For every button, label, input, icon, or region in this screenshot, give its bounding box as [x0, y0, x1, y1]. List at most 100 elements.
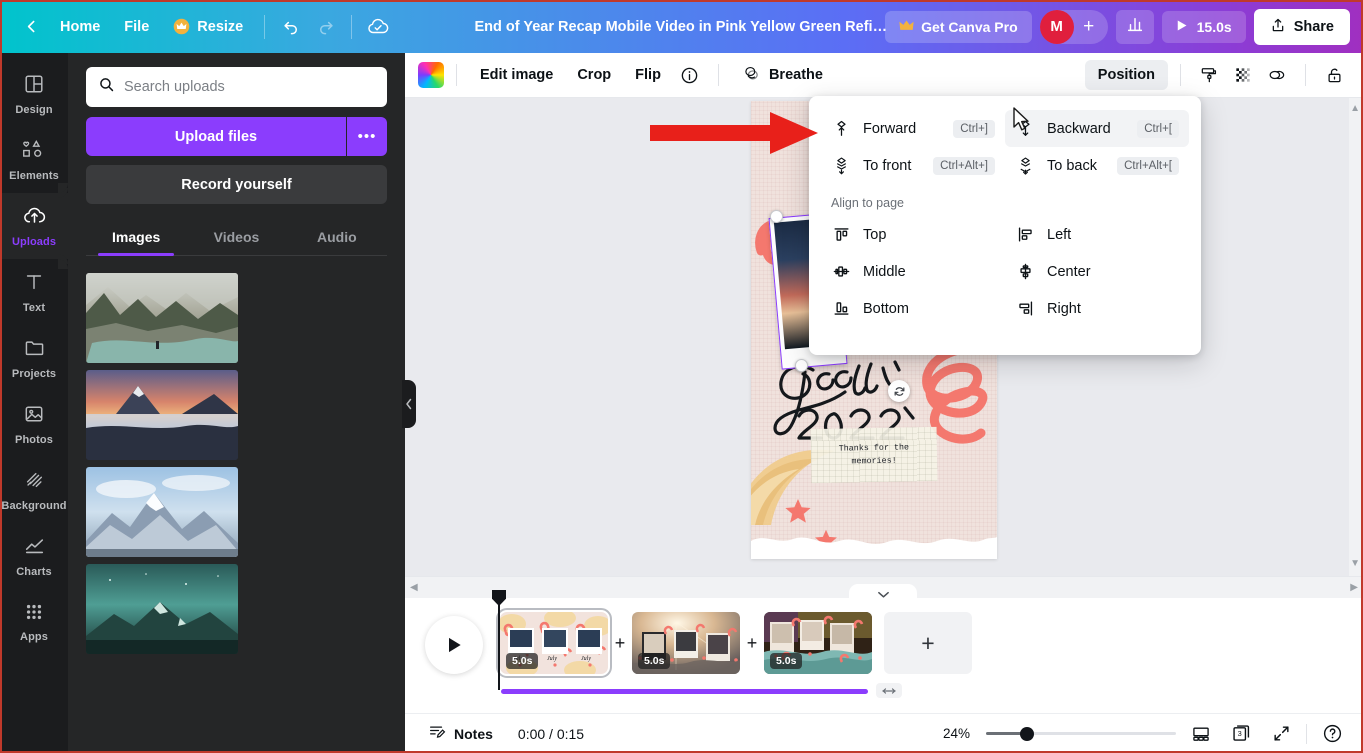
menu-item-align-top[interactable]: Top	[821, 216, 1005, 253]
sidebar-item-uploads[interactable]: Uploads	[0, 183, 68, 269]
note-text: Thanks for the memories!	[838, 442, 910, 467]
share-button[interactable]: Share	[1253, 8, 1350, 45]
menu-item-align-center[interactable]: Center	[1005, 253, 1189, 290]
upload-thumbnail-snowy-mountain-peaks[interactable]	[86, 467, 238, 557]
transparency-icon[interactable]	[1227, 59, 1259, 91]
torn-paper-edge	[751, 537, 997, 559]
upload-thumbnail-sunset-mountain-clouds[interactable]	[86, 370, 238, 460]
file-menu-button[interactable]: File	[112, 12, 161, 42]
document-title-text[interactable]: End of Year Recap Mobile Video in Pink Y…	[467, 14, 897, 40]
search-input[interactable]	[124, 79, 375, 95]
page-count-icon[interactable]: 3	[1226, 719, 1256, 749]
menu-item-label: Top	[863, 226, 887, 243]
tab-videos[interactable]: Videos	[186, 220, 286, 255]
fullscreen-icon[interactable]	[1266, 719, 1296, 749]
add-scene-between-2-3-button[interactable]: +	[740, 633, 764, 654]
upload-files-button[interactable]: Upload files	[86, 117, 346, 156]
crop-button[interactable]: Crop	[566, 60, 622, 90]
align-to-page-heading: Align to page	[831, 196, 904, 210]
link-icon[interactable]	[1261, 59, 1293, 91]
flip-button[interactable]: Flip	[624, 60, 672, 90]
menu-item-label: Right	[1047, 300, 1081, 317]
align-left-icon	[1015, 225, 1035, 244]
playhead-knob[interactable]	[492, 590, 506, 606]
rotate-handle[interactable]	[888, 380, 910, 402]
uploads-panel: Upload files ••• Record yourself Images …	[68, 53, 405, 753]
scroll-left-arrow-icon[interactable]: ◀	[410, 582, 418, 593]
selection-handle-bottom-left[interactable]	[795, 359, 808, 372]
sidebar-item-photos[interactable]: Photos	[0, 391, 68, 457]
back-icon[interactable]	[14, 10, 48, 44]
play-button[interactable]	[425, 616, 483, 674]
menu-item-align-middle[interactable]: Middle	[821, 253, 1005, 290]
collapse-panel-handle[interactable]	[402, 380, 416, 428]
grid-view-icon[interactable]	[1186, 719, 1216, 749]
timeline-collapse-tab[interactable]	[849, 584, 917, 604]
playhead[interactable]	[492, 590, 506, 690]
scroll-up-arrow-icon[interactable]: ▲	[1350, 103, 1360, 114]
menu-item-to-back[interactable]: To back Ctrl+Alt+[	[1005, 147, 1189, 184]
notes-button[interactable]: Notes	[421, 718, 500, 749]
timecode-display: 0:00 / 0:15	[517, 725, 585, 742]
insights-button[interactable]	[1115, 9, 1154, 44]
sidebar-item-label: Photos	[15, 433, 53, 446]
menu-item-align-left[interactable]: Left	[1005, 216, 1189, 253]
zoom-slider[interactable]	[986, 726, 1176, 742]
zoom-percent-label: 24%	[942, 726, 970, 741]
menu-item-backward[interactable]: Backward Ctrl+[	[1005, 110, 1189, 147]
color-swatch-button[interactable]	[418, 62, 444, 88]
scene-strip: JulyJulyJuly 5.0s +	[496, 608, 972, 678]
scroll-right-arrow-icon[interactable]: ▶	[1350, 582, 1358, 593]
help-icon[interactable]	[1317, 719, 1347, 749]
timeline-scene-2[interactable]: 5.0s	[632, 612, 740, 674]
scroll-down-arrow-icon[interactable]: ▼	[1350, 558, 1360, 569]
paint-roller-icon[interactable]	[1193, 59, 1225, 91]
resize-button[interactable]: Resize	[161, 11, 255, 42]
edit-image-button[interactable]: Edit image	[469, 60, 564, 90]
undo-icon[interactable]	[274, 10, 308, 44]
timeline: JulyJulyJuly 5.0s +	[405, 590, 1363, 713]
breathe-label: Breathe	[768, 67, 823, 83]
home-button[interactable]: Home	[48, 12, 112, 42]
zoom-slider-knob[interactable]	[1020, 726, 1034, 741]
plus-icon: +	[921, 629, 935, 656]
sidebar-item-background[interactable]: Background	[0, 457, 68, 523]
menu-item-to-front[interactable]: To front Ctrl+Alt+]	[821, 147, 1005, 184]
top-bar-left-group: Home File Resize	[0, 10, 395, 44]
search-bar[interactable]	[86, 67, 387, 107]
timeline-duration-bar[interactable]	[501, 689, 868, 694]
breathe-animation-button[interactable]: Breathe	[731, 57, 834, 94]
upload-more-options-button[interactable]: •••	[347, 117, 387, 156]
add-page-button[interactable]: +	[884, 612, 972, 674]
present-duration-button[interactable]: 15.0s	[1161, 10, 1246, 43]
timeline-duration-handle[interactable]	[876, 683, 902, 698]
timeline-scene-1[interactable]: JulyJulyJuly 5.0s	[496, 608, 612, 678]
upload-thumbnail-misty-forest-river[interactable]	[86, 273, 238, 363]
add-collaborator-button[interactable]: +	[1074, 10, 1104, 44]
tab-audio[interactable]: Audio	[287, 220, 387, 255]
thanks-note-card[interactable]: Thanks for the memories!	[810, 426, 938, 484]
position-button[interactable]: Position	[1084, 60, 1168, 90]
cloud-saved-icon[interactable]	[361, 10, 395, 44]
get-canva-pro-button[interactable]: Get Canva Pro	[885, 10, 1032, 43]
avatar[interactable]: M	[1039, 9, 1074, 44]
sidebar-item-projects[interactable]: Projects	[0, 325, 68, 391]
text-icon	[23, 271, 45, 298]
timeline-scene-3[interactable]: 5.0s	[764, 612, 872, 674]
lock-icon[interactable]	[1318, 59, 1350, 91]
sidebar-item-charts[interactable]: Charts	[0, 523, 68, 589]
tab-images[interactable]: Images	[86, 220, 186, 256]
canvas-vertical-scrollbar[interactable]	[1349, 98, 1363, 576]
menu-item-align-right[interactable]: Right	[1005, 290, 1189, 327]
record-yourself-button[interactable]: Record yourself	[86, 165, 387, 204]
selection-handle-top-left[interactable]	[770, 210, 783, 223]
info-icon[interactable]	[674, 59, 706, 91]
upload-thumbnail-teal-night-mountains[interactable]	[86, 564, 238, 654]
sidebar-item-text[interactable]: Text	[0, 259, 68, 325]
sidebar-item-design[interactable]: Design	[0, 61, 68, 127]
menu-item-align-bottom[interactable]: Bottom	[821, 290, 1005, 327]
redo-icon[interactable]	[308, 10, 342, 44]
sidebar-item-apps[interactable]: Apps	[0, 589, 68, 655]
menu-item-forward[interactable]: Forward Ctrl+]	[821, 110, 1005, 147]
add-scene-between-1-2-button[interactable]: +	[608, 633, 632, 654]
